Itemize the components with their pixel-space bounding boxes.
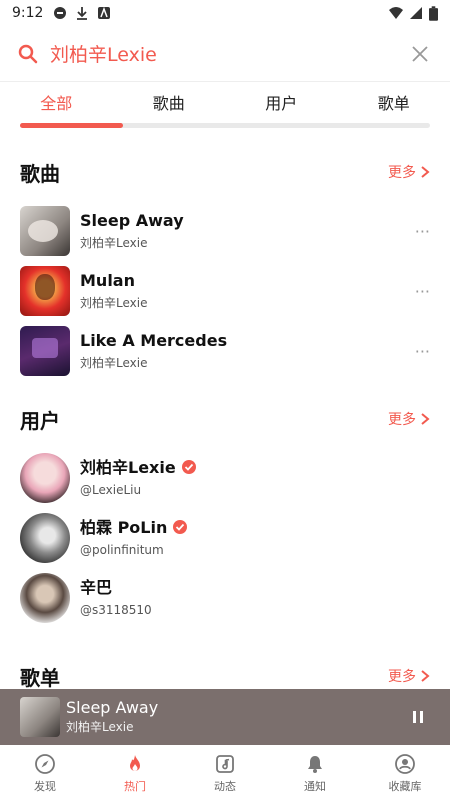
album-cover — [20, 326, 70, 376]
tab-indicator — [20, 123, 123, 128]
verified-badge-icon — [173, 520, 188, 534]
users-section-header: 用户 更多 — [20, 404, 430, 434]
user-row[interactable]: 柏霖 PoLin @polinfinitum — [20, 512, 430, 564]
nav-discover[interactable]: 发现 — [0, 746, 90, 800]
album-cover — [20, 206, 70, 256]
song-row[interactable]: Like A Mercedes 刘柏辛Lexie ··· — [20, 325, 430, 377]
more-options-icon[interactable]: ··· — [415, 282, 430, 301]
users-more-label: 更多 — [388, 412, 416, 428]
songs-more-label: 更多 — [388, 165, 416, 181]
music-note-icon — [216, 754, 234, 773]
chevron-right-icon — [421, 413, 430, 425]
nav-notifications[interactable]: 通知 — [270, 746, 360, 800]
search-input[interactable]: 刘柏辛Lexie — [50, 40, 408, 67]
users-section-title: 用户 — [20, 408, 60, 433]
playlists-more-label: 更多 — [388, 669, 416, 685]
user-handle: @LexieLiu — [80, 483, 142, 497]
song-row[interactable]: Mulan 刘柏辛Lexie ··· — [20, 265, 430, 317]
song-artist: 刘柏辛Lexie — [80, 236, 148, 250]
avatar — [20, 513, 70, 563]
signal-icon — [410, 7, 422, 19]
user-name: 柏霖 PoLin — [80, 518, 168, 537]
search-bar[interactable]: 刘柏辛Lexie — [0, 26, 450, 82]
mini-player[interactable]: Sleep Away 刘柏辛Lexie — [0, 689, 450, 745]
playlists-section-header: 歌单 更多 — [20, 661, 430, 691]
nav-label: 收藏库 — [388, 779, 422, 793]
song-title: Like A Mercedes — [80, 331, 228, 350]
app-screen: 9:12 刘柏辛Lexie 全部 歌曲 用户 歌单 歌曲 更多 Sleep Aw… — [0, 0, 450, 800]
user-name: 刘柏辛Lexie — [80, 458, 176, 477]
nav-label: 通知 — [304, 779, 326, 793]
song-row[interactable]: Sleep Away 刘柏辛Lexie ··· — [20, 205, 430, 257]
tab-track — [20, 123, 430, 128]
flame-icon — [130, 754, 140, 771]
chevron-right-icon — [421, 166, 430, 178]
song-title: Sleep Away — [80, 211, 184, 230]
song-title: Mulan — [80, 271, 135, 290]
more-options-icon[interactable]: ··· — [415, 342, 430, 361]
wifi-icon — [389, 7, 403, 19]
users-more-button[interactable]: 更多 — [388, 409, 430, 429]
nav-trending[interactable]: 热门 — [90, 746, 180, 800]
avatar — [20, 453, 70, 503]
songs-section-title: 歌曲 — [20, 161, 60, 186]
battery-icon — [429, 5, 438, 21]
bottom-nav: 发现 热门 动态 通知 收藏库 — [0, 746, 450, 800]
nav-label: 动态 — [214, 779, 236, 793]
now-playing-artist: 刘柏辛Lexie — [66, 720, 134, 734]
nav-label: 热门 — [124, 779, 146, 793]
compass-icon — [35, 753, 55, 774]
now-playing-cover — [20, 697, 60, 737]
user-handle: @s3118510 — [80, 603, 152, 617]
search-icon — [18, 44, 38, 63]
status-time: 9:12 — [12, 5, 44, 21]
avatar — [20, 573, 70, 623]
album-cover — [20, 266, 70, 316]
app-notification-icon — [98, 6, 111, 19]
user-handle: @polinfinitum — [80, 543, 164, 557]
song-artist: 刘柏辛Lexie — [80, 356, 148, 370]
bell-icon — [308, 755, 322, 773]
chevron-right-icon — [421, 670, 430, 682]
nav-library[interactable]: 收藏库 — [360, 746, 450, 800]
user-row[interactable]: 刘柏辛Lexie @LexieLiu — [20, 452, 430, 504]
profile-icon — [395, 753, 415, 774]
playlists-more-button[interactable]: 更多 — [388, 666, 430, 686]
now-playing-title: Sleep Away — [66, 698, 159, 717]
pause-icon — [413, 711, 423, 723]
download-icon — [77, 7, 88, 20]
status-bar: 9:12 — [0, 0, 450, 26]
nav-label: 发现 — [34, 779, 56, 793]
song-artist: 刘柏辛Lexie — [80, 296, 148, 310]
nav-feed[interactable]: 动态 — [180, 746, 270, 800]
playlists-section-title: 歌单 — [20, 665, 60, 690]
songs-section-header: 歌曲 更多 — [20, 157, 430, 187]
clear-search-button[interactable] — [408, 42, 432, 66]
notification-icon — [54, 7, 67, 19]
user-row[interactable]: 辛巴 @s3118510 — [20, 572, 430, 624]
close-icon — [412, 45, 428, 62]
verified-badge-icon — [181, 460, 196, 474]
more-options-icon[interactable]: ··· — [415, 222, 430, 241]
pause-button[interactable] — [406, 705, 430, 729]
user-name: 辛巴 — [80, 578, 113, 597]
songs-more-button[interactable]: 更多 — [388, 162, 430, 182]
